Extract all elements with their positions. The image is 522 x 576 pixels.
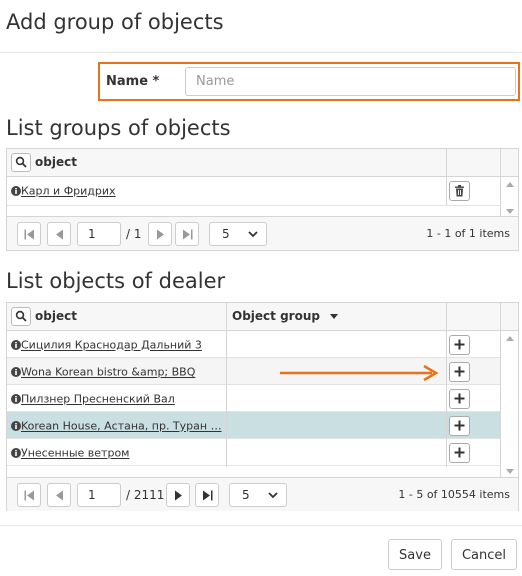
object-link[interactable]: Сицилия Краснодар Дальний 3 [11, 331, 223, 358]
save-button[interactable]: Save [388, 539, 442, 570]
sort-down-icon [330, 314, 339, 319]
object-link[interactable]: Карл и Фридрих [11, 177, 441, 204]
objects-section-title: List objects of dealer [6, 269, 226, 293]
info-icon [11, 448, 21, 458]
objects-grid-header: object Object group [7, 303, 518, 331]
cancel-button[interactable]: Cancel [451, 539, 517, 570]
scroll-up-arrow[interactable] [506, 336, 514, 341]
table-row[interactable]: Сицилия Краснодар Дальний 3 [7, 331, 501, 358]
info-icon [11, 367, 21, 377]
prev-page-icon [56, 229, 63, 240]
groups-section-title: List groups of objects [6, 116, 231, 140]
page-number-input[interactable] [77, 483, 121, 507]
delete-button[interactable] [449, 181, 470, 201]
next-page-icon [157, 229, 164, 240]
groups-grid: object Карл и Фридрих / 1 5 1 - 1 of 1 i… [6, 148, 519, 251]
first-page-icon [24, 229, 34, 240]
scroll-up-arrow[interactable] [506, 182, 514, 187]
scroll-down-arrow[interactable] [506, 209, 514, 214]
object-link[interactable]: Korean House, Астана, пр. Туран … [11, 412, 223, 439]
column-header-object[interactable]: object [35, 303, 77, 330]
object-link[interactable]: Унесенные ветром [11, 439, 223, 466]
name-field-group: Name * [98, 62, 520, 101]
add-to-group-button[interactable] [449, 389, 470, 409]
first-page-button[interactable] [17, 222, 41, 246]
header-divider [0, 52, 522, 53]
name-input[interactable] [185, 67, 516, 96]
page-count: / 2111 [126, 488, 165, 502]
last-page-button[interactable] [175, 222, 199, 246]
add-to-group-button[interactable] [449, 443, 470, 463]
last-page-icon [183, 229, 193, 240]
chevron-down-icon [268, 492, 278, 499]
dialog-title: Add group of objects [6, 10, 224, 34]
search-button[interactable] [11, 153, 31, 172]
search-icon [15, 310, 27, 322]
plus-icon [454, 420, 465, 431]
plus-icon [454, 447, 465, 458]
scroll-down-arrow[interactable] [506, 469, 514, 474]
page-number-input[interactable] [77, 222, 121, 246]
info-icon [11, 186, 21, 196]
add-to-group-button[interactable] [449, 335, 470, 355]
prev-page-icon [56, 490, 63, 501]
table-row[interactable]: Korean House, Астана, пр. Туран … [7, 412, 501, 439]
first-page-button[interactable] [17, 483, 41, 507]
last-page-button[interactable] [195, 483, 219, 507]
column-header-object[interactable]: object [35, 149, 77, 176]
object-link[interactable]: Пилзнер Пресненский Вал [11, 385, 223, 412]
arrow-right-icon [280, 364, 439, 382]
table-row[interactable]: Пилзнер Пресненский Вал [7, 385, 501, 412]
page-count: / 1 [126, 227, 142, 241]
info-icon [11, 421, 21, 431]
page-size-select[interactable]: 5 [229, 483, 287, 507]
groups-grid-header: object [7, 149, 518, 177]
table-row[interactable]: Карл и Фридрих [7, 177, 501, 204]
prev-page-button[interactable] [47, 483, 71, 507]
chevron-down-icon [248, 231, 258, 238]
search-button[interactable] [11, 307, 31, 326]
last-page-icon [203, 490, 213, 501]
table-row[interactable]: Унесенные ветром [7, 439, 501, 466]
object-link[interactable]: Wona Korean bistro &amp; BBQ [11, 358, 223, 385]
next-page-button[interactable] [166, 483, 190, 507]
prev-page-button[interactable] [47, 222, 71, 246]
first-page-icon [24, 490, 34, 501]
footer-divider [0, 525, 522, 526]
add-to-group-button[interactable] [449, 362, 470, 382]
trash-icon [455, 185, 464, 197]
row-divider [7, 465, 501, 466]
info-icon [11, 340, 21, 350]
next-page-button[interactable] [148, 222, 172, 246]
plus-icon [454, 366, 465, 377]
groups-pager: / 1 5 1 - 1 of 1 items [7, 216, 518, 250]
add-to-group-button[interactable] [449, 416, 470, 436]
objects-grid: object Object group Сицилия Краснодар Да… [6, 302, 519, 511]
pager-info: 1 - 5 of 10554 items [398, 488, 510, 501]
objects-pager: / 2111 5 1 - 5 of 10554 items [7, 477, 518, 511]
page-size-select[interactable]: 5 [209, 222, 267, 246]
plus-icon [454, 393, 465, 404]
column-header-object-group[interactable]: Object group [232, 303, 339, 330]
next-page-icon [175, 490, 182, 501]
pager-info: 1 - 1 of 1 items [426, 227, 510, 240]
info-icon [11, 394, 21, 404]
search-icon [15, 156, 27, 168]
name-label: Name * [106, 74, 160, 89]
plus-icon [454, 339, 465, 350]
